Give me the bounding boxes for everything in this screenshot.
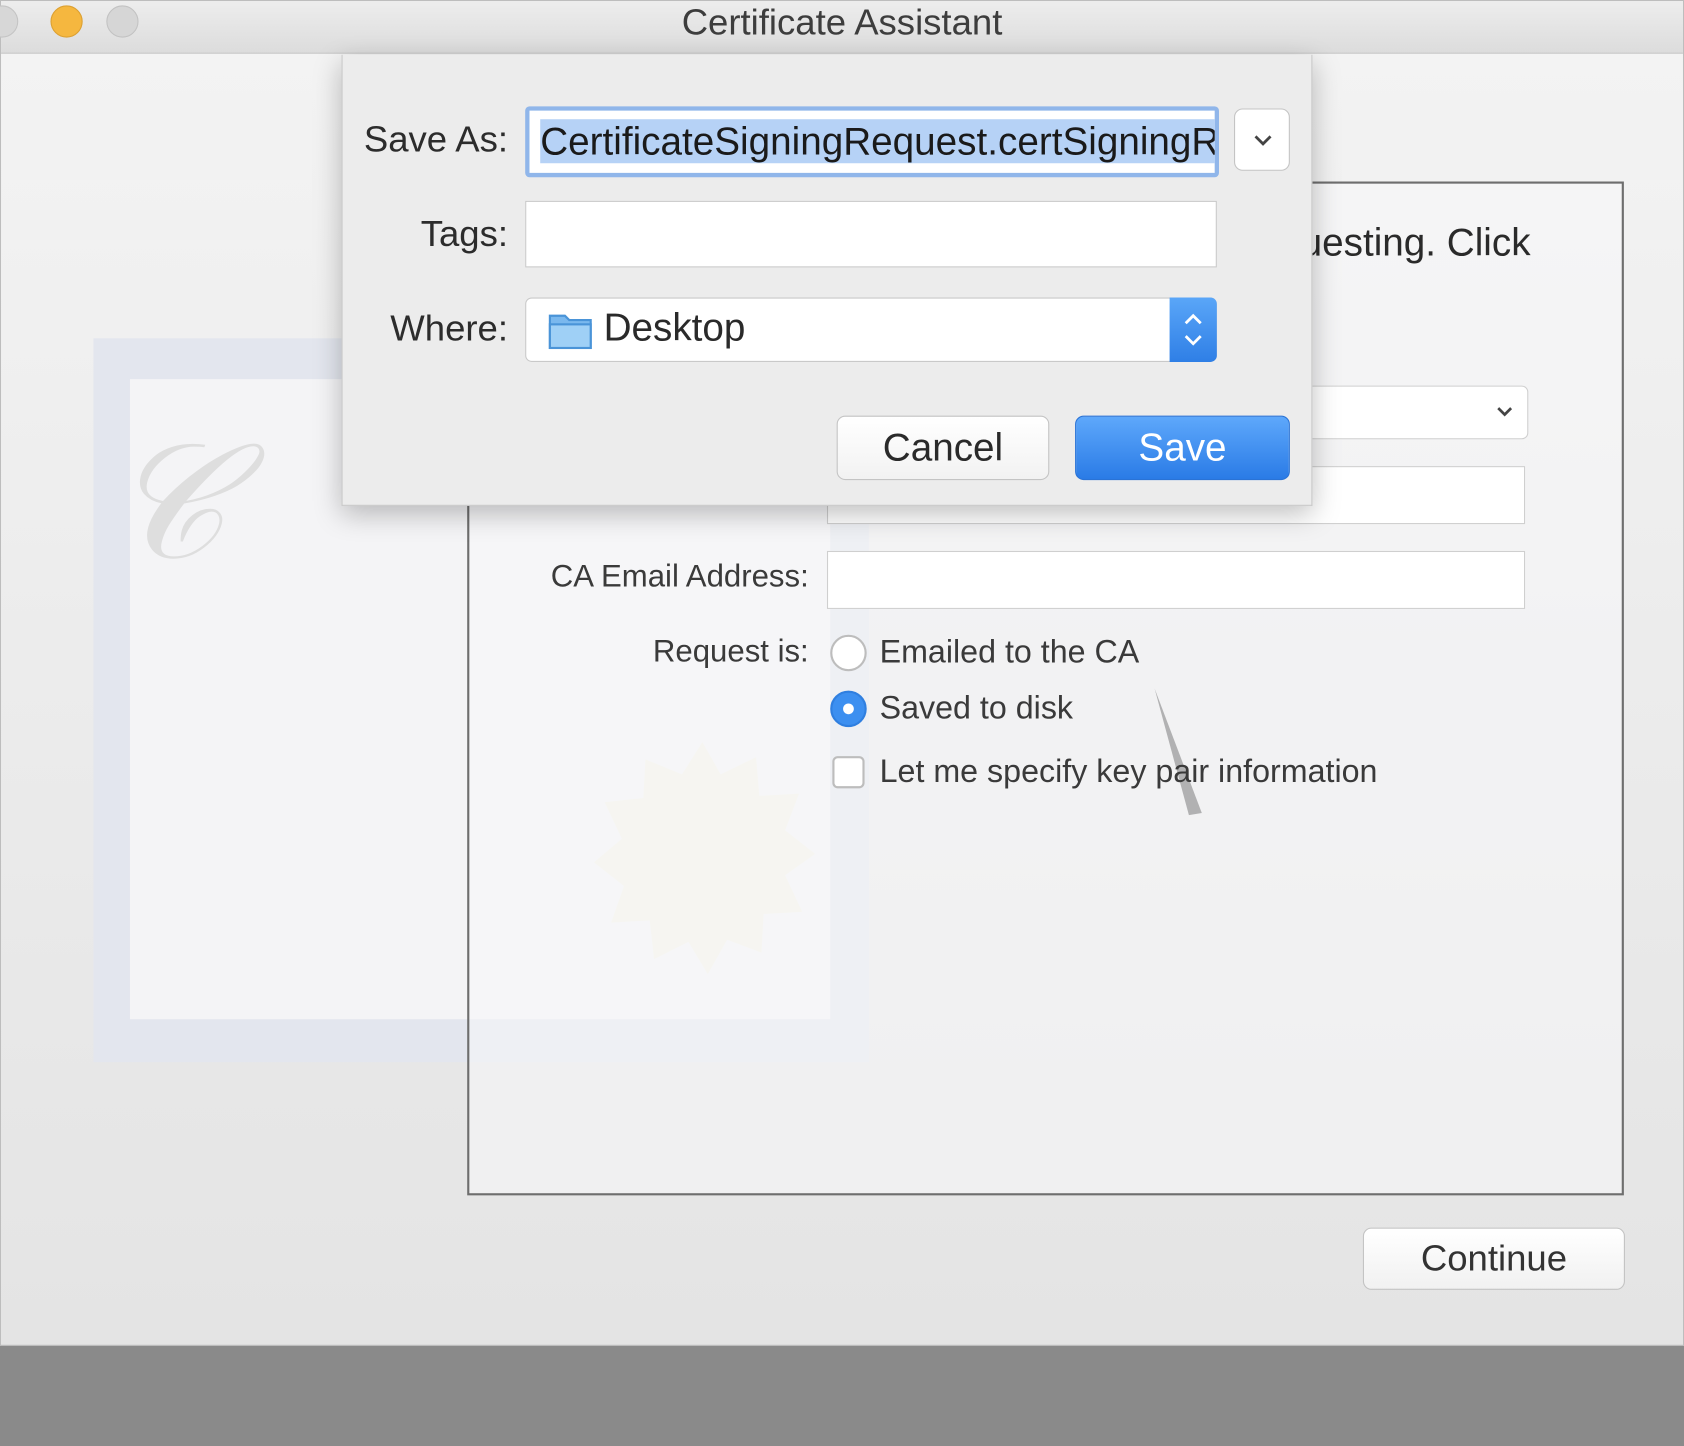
certificate-script-watermark: 𝒞 (108, 409, 225, 597)
chevron-down-icon (1497, 407, 1513, 417)
emailed-to-ca-label[interactable]: Emailed to the CA (880, 635, 1140, 672)
save-as-label: Save As: (363, 119, 509, 161)
where-label: Where: (390, 308, 509, 350)
certificate-assistant-window: Certificate Assistant 𝒞 uesting. Click C… (0, 0, 1684, 1346)
ca-email-label: CA Email Address: (550, 559, 809, 594)
mouse-pointer-icon (1154, 688, 1202, 816)
identity-select[interactable] (1289, 385, 1529, 440)
title-bar: Certificate Assistant (0, 1, 1683, 54)
up-down-chevron-icon (1184, 313, 1202, 346)
emailed-to-ca-radio[interactable] (830, 634, 867, 672)
request-is-label: Request is: (652, 634, 809, 670)
tags-label: Tags: (420, 213, 509, 255)
window-title: Certificate Assistant (681, 2, 1003, 43)
expand-dialog-button[interactable] (1234, 108, 1290, 171)
save-as-field[interactable]: CertificateSigningRequest.certSigningRe (525, 106, 1219, 178)
ca-email-field[interactable] (826, 550, 1526, 609)
save-as-value: CertificateSigningRequest.certSigningRe (540, 119, 1215, 164)
saved-to-disk-label[interactable]: Saved to disk (880, 691, 1073, 728)
tags-field[interactable] (525, 200, 1217, 268)
continue-button[interactable]: Continue (1362, 1227, 1625, 1290)
where-value: Desktop (603, 305, 746, 350)
key-pair-checkbox[interactable] (832, 756, 865, 789)
key-pair-label[interactable]: Let me specify key pair information (880, 754, 1378, 791)
where-stepper[interactable] (1169, 297, 1217, 362)
chevron-down-icon (1254, 135, 1272, 146)
saved-to-disk-radio[interactable] (830, 690, 867, 728)
intro-text: uesting. Click (1300, 220, 1531, 265)
cancel-button[interactable]: Cancel (836, 415, 1050, 481)
save-sheet: Save As: CertificateSigningRequest.certS… (341, 54, 1313, 506)
folder-icon (548, 314, 592, 350)
where-select[interactable]: Desktop (525, 297, 1217, 362)
save-button[interactable]: Save (1075, 415, 1290, 481)
